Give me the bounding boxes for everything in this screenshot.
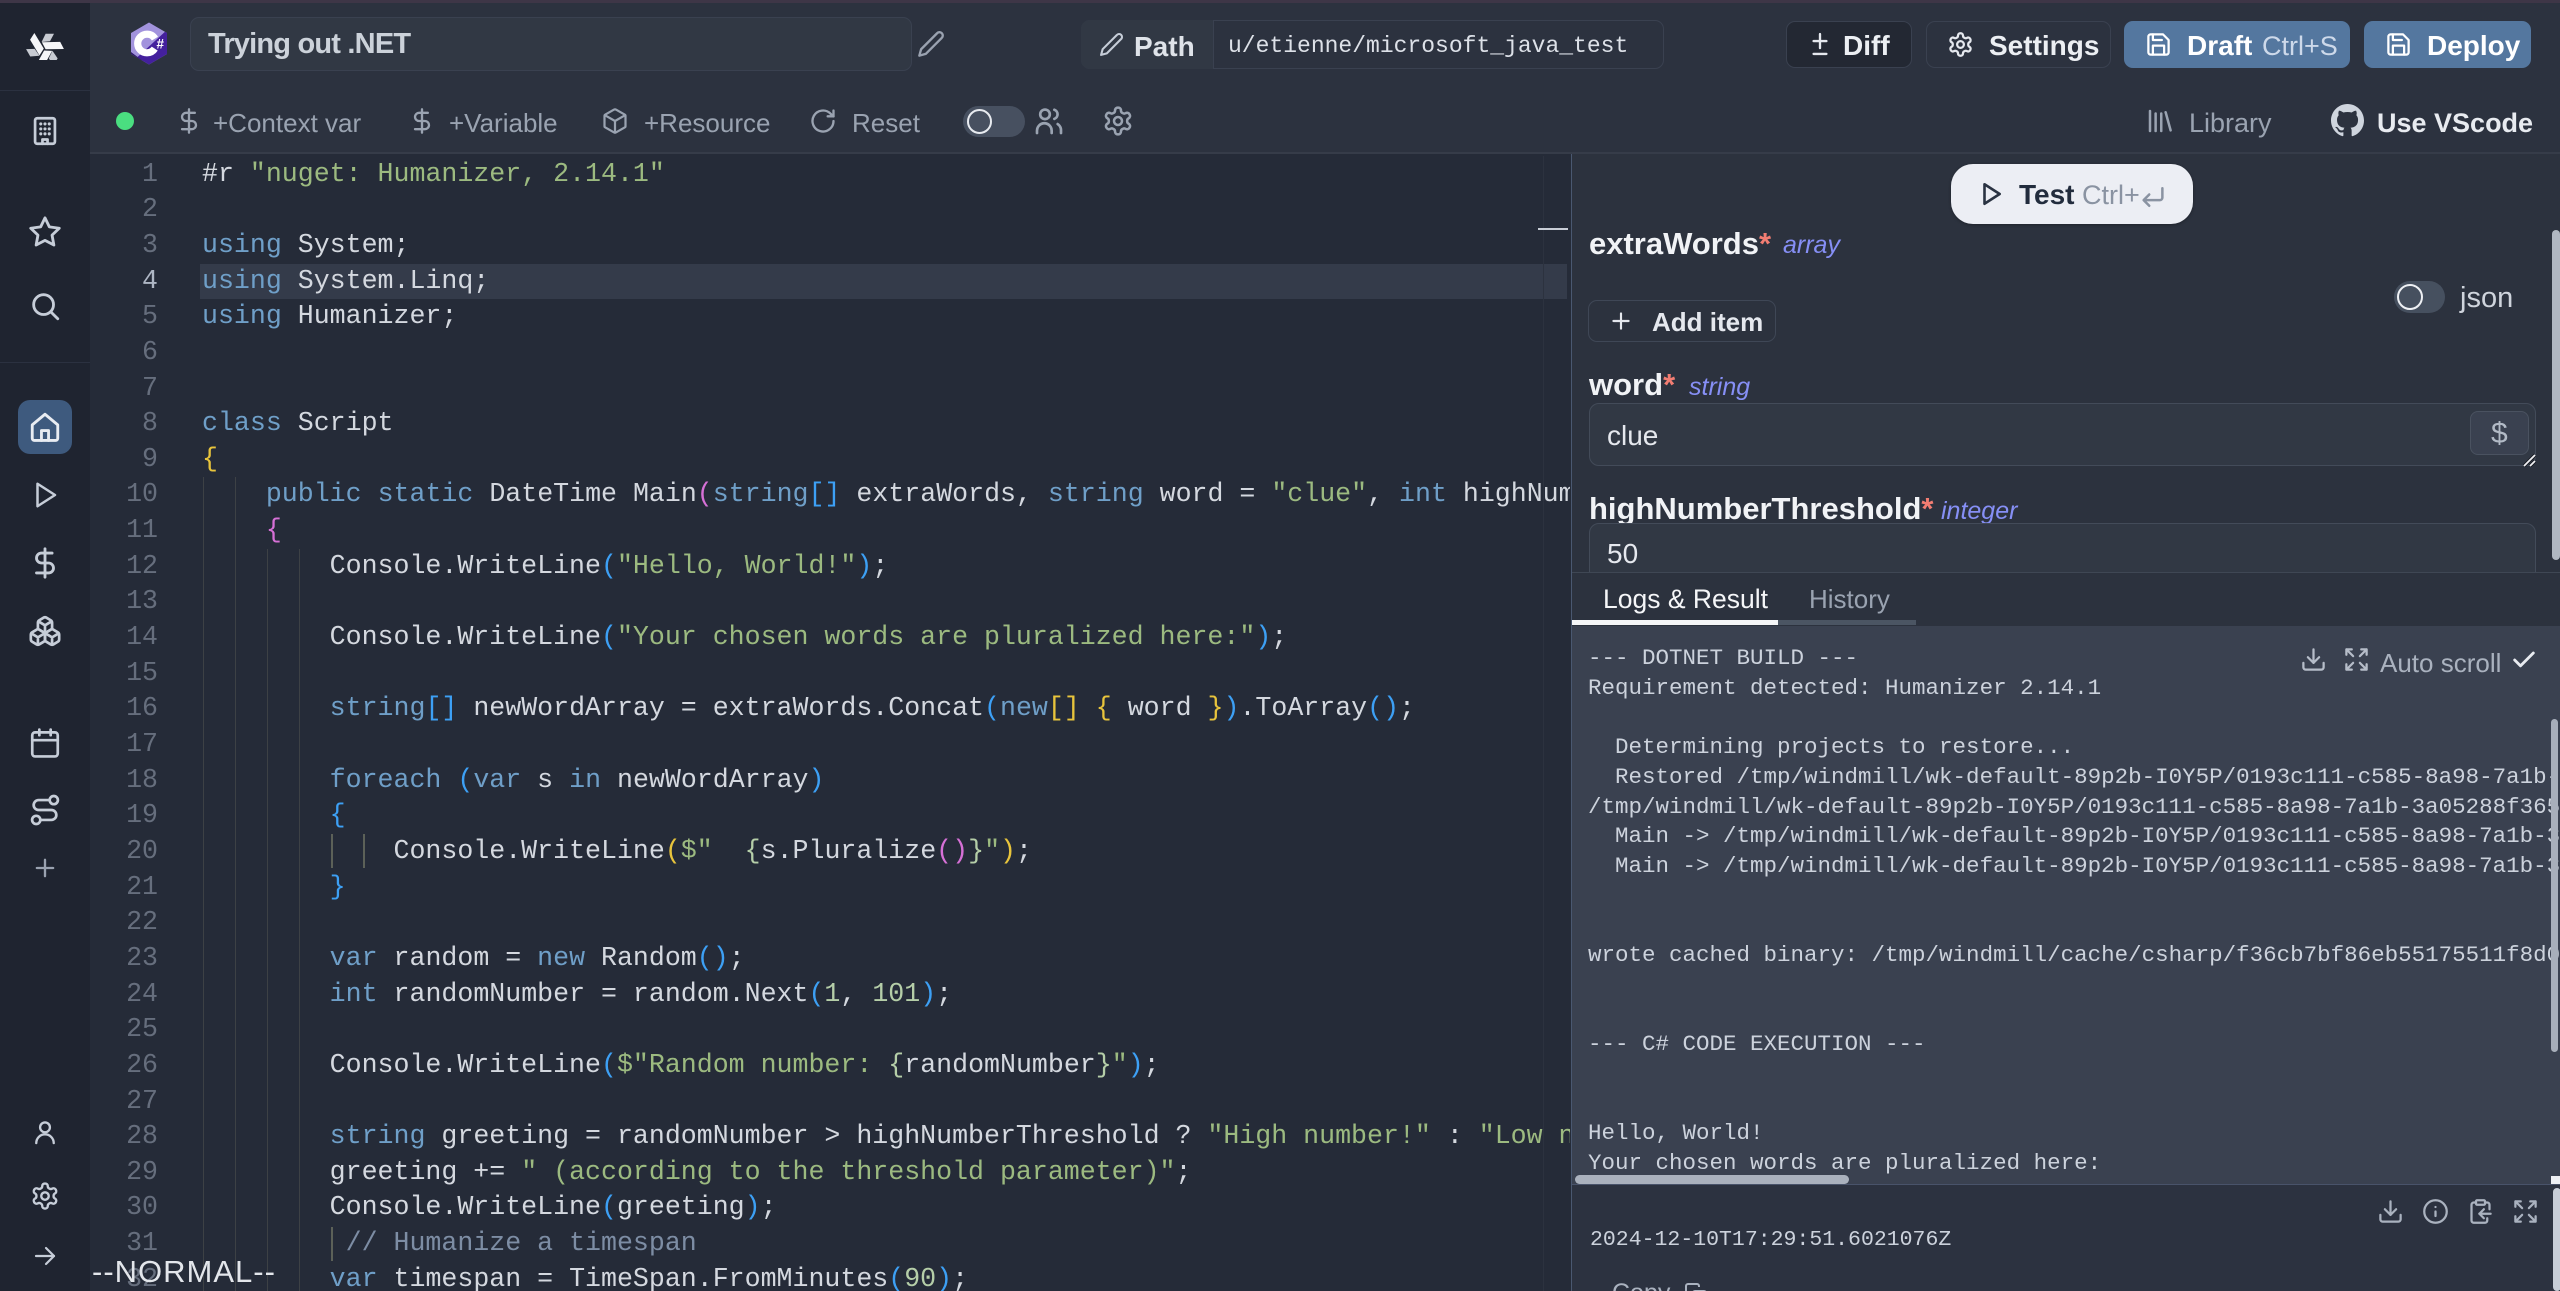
svg-text:#: #: [157, 37, 165, 52]
